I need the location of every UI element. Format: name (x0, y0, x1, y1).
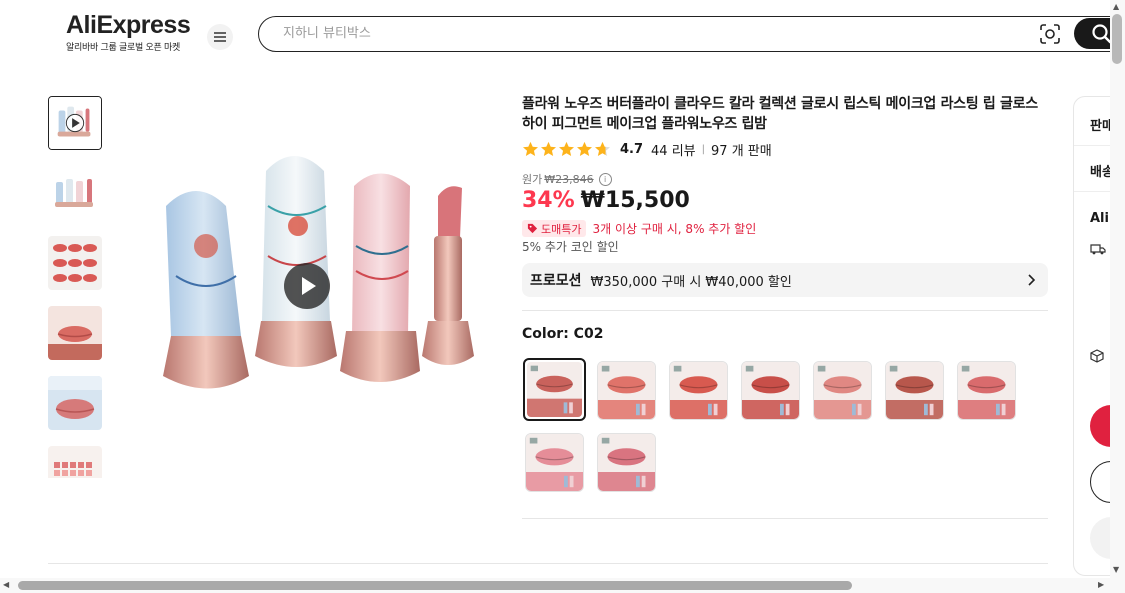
star-icon (577, 141, 592, 156)
color-swatch[interactable] (813, 361, 872, 420)
color-swatch[interactable] (669, 361, 728, 420)
play-video-button[interactable] (284, 263, 330, 309)
sale-price: ₩15,500 (580, 188, 690, 213)
menu-button[interactable] (207, 24, 233, 50)
color-swatch[interactable] (525, 433, 584, 492)
scroll-left-arrow[interactable]: ◀ (3, 580, 9, 589)
logo-text: AliExpress (66, 11, 191, 39)
thumbnail-image[interactable] (48, 376, 102, 430)
original-price-row: 원가 ₩23,846 i (522, 171, 612, 187)
thumbnail-image[interactable] (48, 236, 102, 290)
rating-value: 4.7 (620, 141, 644, 157)
thumbnail-image[interactable] (48, 166, 102, 220)
sold-count: 97 개 판매 (711, 143, 772, 159)
vertical-scrollbar[interactable] (1110, 0, 1125, 593)
tag-icon (527, 223, 538, 234)
search-input[interactable] (283, 17, 1023, 50)
hamburger-icon (214, 32, 226, 42)
aliexpress-logo[interactable]: AliExpress 알리바바 그룹 글로벌 오픈 마켓 (66, 11, 191, 53)
divider (522, 518, 1048, 519)
scroll-right-arrow[interactable]: ▶ (1098, 580, 1104, 589)
color-swatch[interactable] (523, 358, 586, 421)
star-icon (541, 141, 556, 156)
color-swatch[interactable] (597, 361, 656, 420)
rating-row[interactable]: 4.7 44 리뷰 | 97 개 판매 (522, 140, 772, 159)
promotion-text: ₩350,000 구매 시 ₩40,000 할인 (590, 274, 792, 290)
coin-discount-text: 5% 추가 코인 할인 (522, 240, 619, 254)
product-title: 플라워 노우즈 버터플라이 클라우드 칼라 컬렉션 글로시 립스틱 메이크업 라… (522, 96, 1038, 132)
bulk-discount-row: 도매특가 3개 이상 구매 시, 8% 추가 할인 (522, 220, 756, 237)
search-bar (258, 16, 1125, 52)
divider (48, 563, 1048, 564)
star-half-icon (595, 141, 610, 156)
bulk-deal-badge: 도매특가 (522, 220, 587, 237)
bulk-deal-text: 3개 이상 구매 시, 8% 추가 할인 (592, 222, 757, 236)
divider: | (701, 143, 706, 155)
truck-icon (1090, 244, 1106, 255)
discount-percent: 34% (522, 188, 575, 213)
vertical-scroll-thumb[interactable] (1112, 14, 1122, 64)
color-swatch[interactable] (597, 433, 656, 492)
thumbnail-image[interactable] (48, 446, 102, 478)
horizontal-scroll-thumb[interactable] (18, 581, 852, 590)
color-swatch[interactable] (957, 361, 1016, 420)
color-swatch[interactable] (885, 361, 944, 420)
promotion-label: 프로모션 (530, 273, 582, 289)
camera-scan-icon (1040, 24, 1060, 44)
star-icon (559, 141, 574, 156)
star-icon (523, 141, 538, 156)
box-icon (1090, 349, 1104, 363)
original-price: ₩23,846 (544, 172, 594, 186)
color-swatch[interactable] (741, 361, 800, 420)
original-price-label: 원가 (522, 173, 543, 186)
color-label: Color: C02 (522, 326, 604, 342)
scroll-down-arrow[interactable]: ▼ (1113, 565, 1119, 574)
promotion-banner[interactable]: 프로모션 ₩350,000 구매 시 ₩40,000 할인 (522, 263, 1048, 297)
image-search-button[interactable] (1039, 23, 1061, 45)
price-row: 34% ₩15,500 (522, 188, 690, 213)
play-icon (302, 277, 316, 295)
review-count[interactable]: 44 리뷰 (651, 140, 696, 159)
logo-subtitle: 알리바바 그룹 글로벌 오픈 마켓 (66, 43, 180, 53)
star-rating (522, 141, 611, 157)
thumbnail-video[interactable] (48, 96, 102, 150)
scroll-up-arrow[interactable]: ▲ (1113, 2, 1119, 11)
chevron-right-icon (1028, 274, 1036, 286)
info-icon[interactable]: i (598, 172, 612, 186)
divider (522, 310, 1048, 311)
side-panel-label: Ali (1090, 211, 1109, 226)
thumbnail-image[interactable] (48, 306, 102, 360)
bulk-deal-label: 도매특가 (541, 222, 582, 236)
